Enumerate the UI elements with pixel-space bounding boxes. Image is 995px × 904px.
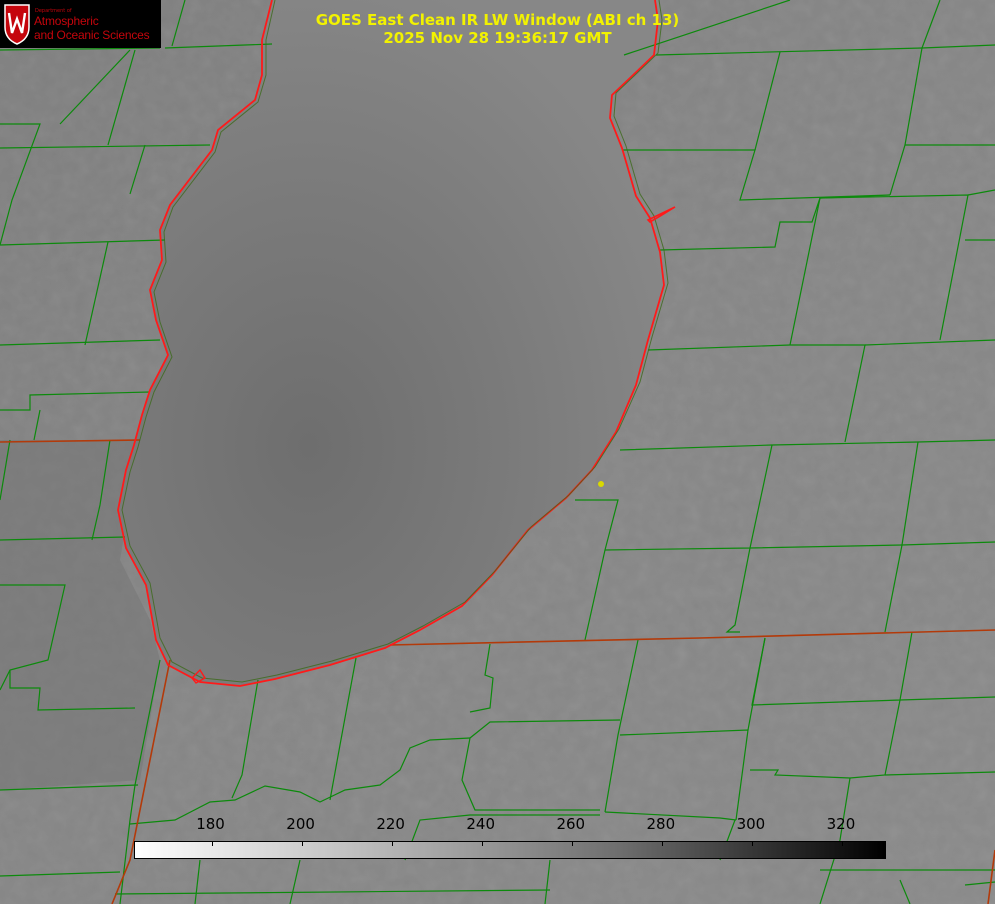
colorbar-tick — [841, 842, 843, 846]
colorbar-tick-label: 320 — [826, 815, 856, 833]
colorbar-tick-label: 180 — [196, 815, 225, 833]
colorbar-tick — [301, 842, 303, 846]
colorbar-tick — [571, 842, 573, 846]
colorbar-tick-label: 300 — [736, 815, 766, 833]
colorbar-tick — [661, 842, 663, 846]
colorbar-tick — [211, 842, 213, 846]
colorbar-tick-label: 220 — [376, 815, 405, 833]
colorbar-tick — [391, 842, 393, 846]
image-title: GOES East Clean IR LW Window (ABI ch 13) — [315, 11, 680, 29]
station-marker — [598, 481, 604, 487]
colorbar-tick — [481, 842, 483, 846]
colorbar-tick — [751, 842, 753, 846]
colorbar-tick-label: 260 — [556, 815, 586, 833]
image-timestamp: 2025 Nov 28 19:36:17 GMT — [383, 29, 612, 47]
colorbar-tick-label: 240 — [466, 815, 496, 833]
satellite-image: Department of Atmospheric and Oceanic Sc… — [0, 0, 995, 904]
colorbar-tick-label: 200 — [286, 815, 315, 833]
colorbar-tick-label: 280 — [646, 815, 676, 833]
temperature-colorbar — [134, 841, 886, 859]
map-canvas — [0, 0, 995, 904]
